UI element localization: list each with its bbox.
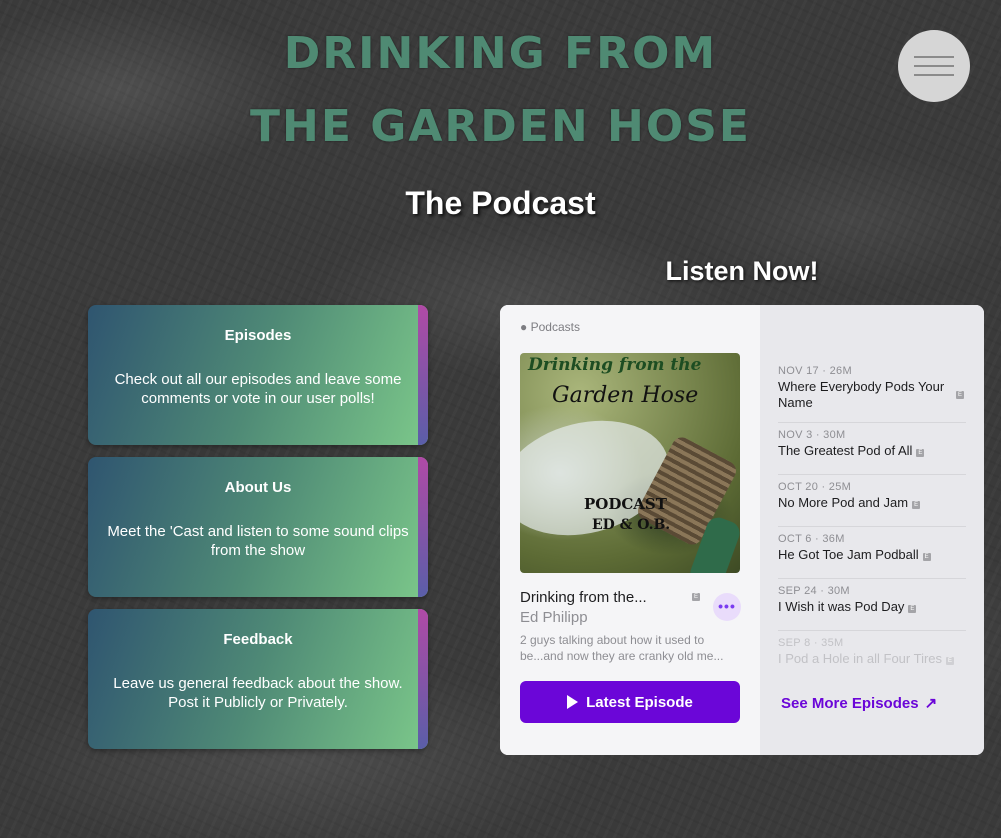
latest-episode-button[interactable]: Latest Episode [520,681,740,723]
site-title-line1: DRINKING FROM [283,28,718,79]
card-description: Check out all our episodes and leave som… [114,371,402,407]
explicit-badge: E [916,449,925,457]
listen-now-heading: Listen Now! [665,256,819,286]
play-icon [567,695,579,709]
more-options-button[interactable]: ••• [713,593,741,621]
artwork-text: Garden Hose [552,383,699,408]
episode-meta: NOV 3 · 30M [778,429,846,441]
apple-podcasts-widget: ● Podcasts Drinking from the Garden Hose… [500,305,984,755]
podcast-author[interactable]: Ed Philipp [520,609,588,626]
card-description: Leave us general feedback about the show… [113,675,403,711]
episode-title: I Wish it was Pod Day E [778,599,917,614]
podcasts-brand: ● Podcasts [520,320,580,334]
podcasts-brand-label: Podcasts [530,320,580,334]
episode-item[interactable]: OCT 20 · 25M No More Pod and Jam E [778,475,966,527]
episode-meta: OCT 6 · 36M [778,533,845,545]
episode-item[interactable]: NOV 3 · 30M The Greatest Pod of All E [778,423,966,475]
card-accent-bar [418,457,428,597]
apple-icon: ● [520,320,528,334]
page-subtitle: The Podcast [405,185,596,221]
artwork-text: ED & O.B. [592,517,671,533]
arrow-up-right-icon: ↗ [924,695,938,712]
episode-item[interactable]: OCT 6 · 36M He Got Toe Jam Podball E [778,527,966,579]
episode-title: I Pod a Hole in all Four Tires E [778,651,955,666]
see-more-label: See More Episodes [781,695,919,712]
episode-meta: SEP 8 · 35M [778,637,844,649]
episode-meta: OCT 20 · 25M [778,481,852,493]
explicit-badge: E [692,593,700,601]
menu-button[interactable] [898,30,970,102]
podcast-artwork[interactable]: Drinking from the Garden Hose PODCAST ED… [520,353,740,573]
see-more-episodes-link[interactable]: See More Episodes ↗ [781,694,937,712]
hamburger-icon [914,56,954,58]
explicit-badge: E [908,605,917,613]
feedback-card[interactable]: Feedback Leave us general feedback about… [88,609,428,749]
episodes-card[interactable]: Episodes Check out all our episodes and … [88,305,428,445]
episode-list: NOV 17 · 26M Where Everybody Pods Your N… [778,359,966,683]
explicit-badge: E [946,657,955,665]
episode-title: The Greatest Pod of All E [778,443,925,458]
explicit-badge: E [912,501,921,509]
episode-title: No More Pod and Jam E [778,495,921,510]
card-title: Episodes [224,327,292,344]
episode-item[interactable]: SEP 8 · 35M I Pod a Hole in all Four Tir… [778,631,966,683]
hamburger-icon-line [914,65,954,67]
explicit-badge: E [956,391,964,399]
explicit-badge: E [922,553,931,561]
widget-podcast-panel: ● Podcasts Drinking from the Garden Hose… [500,305,760,755]
card-title: Feedback [223,631,293,648]
episode-title: He Got Toe Jam Podball E [778,547,931,562]
artwork-text: Drinking from the [528,355,702,375]
latest-episode-label: Latest Episode [586,693,693,711]
episode-title: Where Everybody Pods Your Name E [778,379,964,410]
card-title: About Us [224,479,292,496]
site-title-line2: THE GARDEN HOSE [250,101,751,152]
podcast-name[interactable]: Drinking from the... [520,589,647,606]
artwork-text: PODCAST [584,495,667,513]
card-accent-bar [418,305,428,445]
card-description: Meet the 'Cast and listen to some sound … [107,523,409,559]
hamburger-icon-line [914,74,954,76]
episode-item[interactable]: NOV 17 · 26M Where Everybody Pods Your N… [778,359,966,423]
episode-item[interactable]: SEP 24 · 30M I Wish it was Pod Day E [778,579,966,631]
card-accent-bar [418,609,428,749]
episode-meta: SEP 24 · 30M [778,585,850,597]
about-us-card[interactable]: About Us Meet the 'Cast and listen to so… [88,457,428,597]
episode-meta: NOV 17 · 26M [778,365,852,377]
podcast-description: 2 guys talking about how it used to be..… [520,633,724,663]
widget-episode-panel: NOV 17 · 26M Where Everybody Pods Your N… [760,305,984,755]
